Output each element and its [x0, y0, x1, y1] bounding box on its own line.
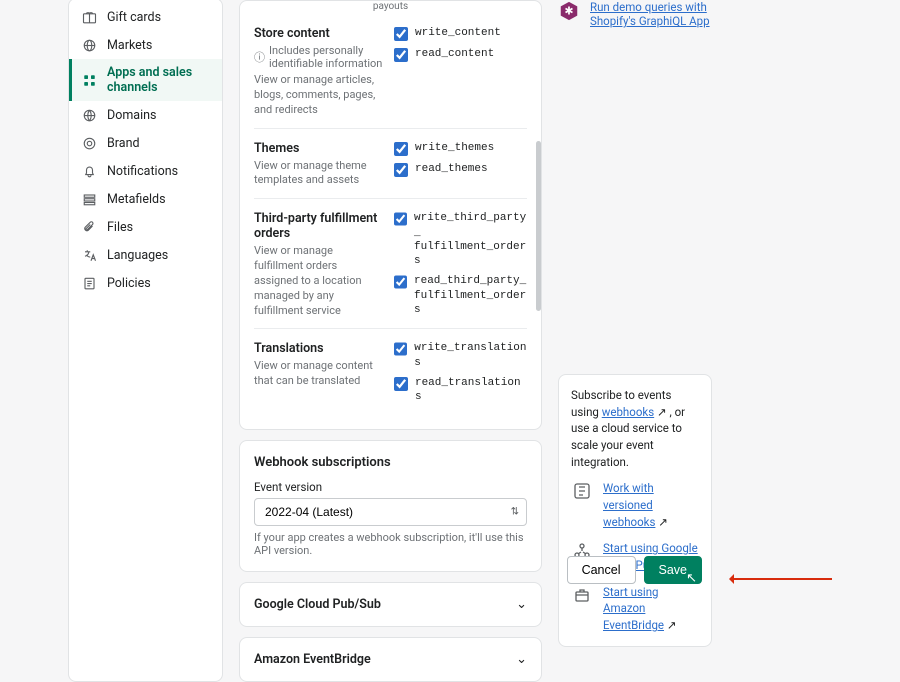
brand-icon [81, 135, 97, 151]
versioned-webhooks-icon [571, 480, 593, 502]
metafields-icon [81, 191, 97, 207]
scope-desc: View or manage theme templates and asset… [254, 159, 384, 189]
main-column: payouts Store content ⓘ Includes persona… [239, 0, 542, 682]
settings-sidebar: Gift cards Markets Apps and sales channe… [68, 0, 223, 682]
checkbox[interactable] [394, 342, 407, 356]
webhook-help-card: Subscribe to events using webhooks ↗ , o… [558, 374, 712, 647]
scope-write-fulfillment[interactable]: write_third_party_ fulfillment_orders [394, 211, 527, 268]
scope-title: Third-party fulfillment orders [254, 211, 384, 241]
sidebar-item-files[interactable]: Files [69, 213, 222, 241]
language-icon [81, 247, 97, 263]
sidebar-item-metafields[interactable]: Metafields [69, 185, 222, 213]
sidebar-label: Apps and sales channels [107, 65, 210, 95]
scope-write-content[interactable]: write_content [394, 26, 527, 41]
event-version-help: If your app creates a webhook subscripti… [254, 531, 527, 557]
scope-write-themes[interactable]: write_themes [394, 141, 527, 156]
checkbox[interactable] [394, 275, 407, 289]
checkbox[interactable] [394, 48, 408, 62]
scope-store-content: Store content ⓘ Includes personally iden… [254, 14, 527, 129]
checkbox[interactable] [394, 142, 408, 156]
sidebar-label: Metafields [107, 192, 166, 207]
scope-write-translations[interactable]: write_translations [394, 341, 527, 370]
info-icon: ⓘ [254, 49, 265, 65]
cursor-icon: ↖ [686, 570, 697, 586]
sidebar-label: Notifications [107, 164, 178, 179]
annotation-arrow [732, 578, 832, 580]
webhook-title: Webhook subscriptions [254, 455, 527, 470]
chevron-down-icon: ⌄ [516, 652, 527, 667]
scope-title: Translations [254, 341, 384, 356]
sidebar-label: Markets [107, 38, 152, 53]
sidebar-label: Domains [107, 108, 157, 123]
graphiql-promo: ✱ Run demo queries with Shopify's Graphi… [558, 0, 712, 28]
checkbox[interactable] [394, 27, 408, 41]
policies-icon [81, 275, 97, 291]
chevron-down-icon: ⌄ [516, 597, 527, 612]
sidebar-item-gift-cards[interactable]: Gift cards [69, 3, 222, 31]
scope-read-translations[interactable]: read_translations [394, 376, 527, 405]
sidebar-label: Gift cards [107, 10, 161, 25]
scope-read-content[interactable]: read_content [394, 47, 527, 62]
apps-icon [81, 72, 97, 88]
eventbridge-link[interactable]: Start using Amazon EventBridge [603, 585, 664, 632]
scope-title: Themes [254, 141, 384, 156]
sidebar-label: Files [107, 220, 133, 235]
gift-card-icon [81, 9, 97, 25]
scope-third-party-fulfillment: Third-party fulfillment orders View or m… [254, 199, 527, 329]
sidebar-item-apps[interactable]: Apps and sales channels [69, 59, 222, 101]
paperclip-icon [81, 219, 97, 235]
prev-scope-trail: payouts [254, 1, 527, 14]
scope-themes: Themes View or manage theme templates an… [254, 129, 527, 200]
cancel-button[interactable]: Cancel [567, 556, 636, 584]
checkbox[interactable] [394, 212, 407, 226]
collapse-title: Google Cloud Pub/Sub [254, 597, 381, 612]
event-version-select[interactable]: 2022-04 (Latest) [254, 498, 527, 526]
svg-text:✱: ✱ [564, 5, 573, 18]
pii-note: ⓘ Includes personally identifiable infor… [254, 44, 384, 70]
webhooks-doc-link[interactable]: webhooks [602, 405, 654, 419]
footer-actions: Cancel Save ↖ [567, 556, 702, 584]
access-scopes-card: payouts Store content ⓘ Includes persona… [239, 0, 542, 430]
checkbox[interactable] [394, 377, 408, 391]
sidebar-item-policies[interactable]: Policies [69, 269, 222, 297]
scrollbar[interactable] [536, 141, 541, 311]
bell-icon [81, 163, 97, 179]
scope-translations: Translations View or manage content that… [254, 329, 527, 414]
scope-title: Store content [254, 26, 384, 41]
sidebar-item-notifications[interactable]: Notifications [69, 157, 222, 185]
eventbridge-icon [571, 584, 593, 606]
save-button[interactable]: Save ↖ [644, 556, 703, 584]
checkbox[interactable] [394, 163, 408, 177]
event-version-label: Event version [254, 480, 527, 494]
sidebar-label: Brand [107, 136, 140, 151]
scope-desc: View or manage content that can be trans… [254, 359, 384, 389]
scope-desc: View or manage fulfillment orders assign… [254, 244, 384, 318]
google-pubsub-section[interactable]: Google Cloud Pub/Sub ⌄ [239, 582, 542, 627]
sidebar-item-domains[interactable]: Domains [69, 101, 222, 129]
amazon-eventbridge-section[interactable]: Amazon EventBridge ⌄ [239, 637, 542, 682]
globe-icon [81, 37, 97, 53]
sidebar-label: Policies [107, 276, 151, 291]
versioned-webhooks-link[interactable]: Work with versioned webhooks [603, 481, 655, 528]
collapse-title: Amazon EventBridge [254, 652, 371, 667]
external-icon: ↗ [655, 515, 668, 529]
graphiql-icon: ✱ [558, 0, 580, 22]
scope-read-themes[interactable]: read_themes [394, 162, 527, 177]
sidebar-item-languages[interactable]: Languages [69, 241, 222, 269]
sidebar-item-brand[interactable]: Brand [69, 129, 222, 157]
scope-desc: View or manage articles, blogs, comments… [254, 73, 384, 118]
graphiql-link[interactable]: Run demo queries with Shopify's GraphiQL… [590, 0, 712, 28]
sidebar-label: Languages [107, 248, 168, 263]
scope-read-fulfillment[interactable]: read_third_party_ fulfillment_orders [394, 274, 527, 317]
domain-icon [81, 107, 97, 123]
webhook-subscriptions-card: Webhook subscriptions Event version 2022… [239, 440, 542, 572]
external-icon: ↗ [654, 405, 667, 419]
sidebar-item-markets[interactable]: Markets [69, 31, 222, 59]
external-icon: ↗ [664, 618, 677, 632]
